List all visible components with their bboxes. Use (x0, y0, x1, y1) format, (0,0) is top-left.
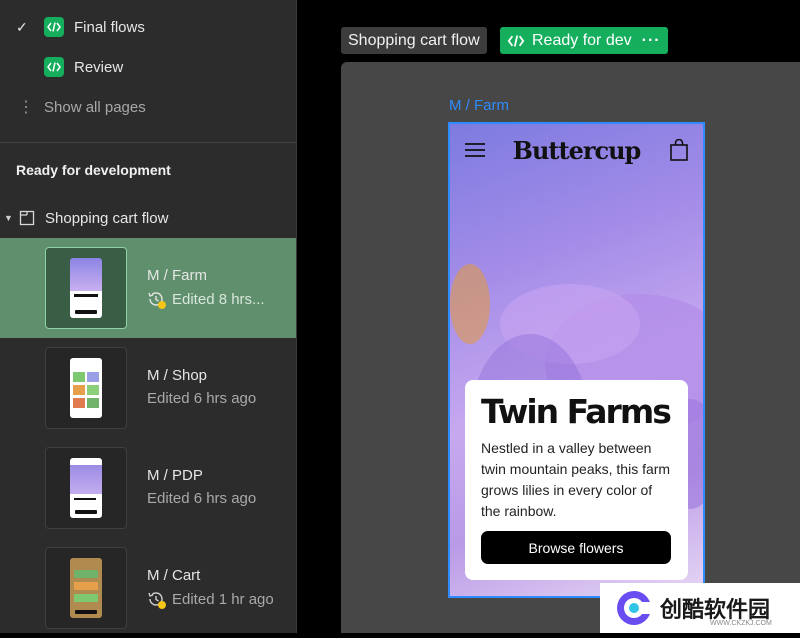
selected-frame-farm[interactable]: Buttercup Twin Farms Nestled in a valley… (448, 122, 705, 598)
frame-item-cart[interactable]: M / Cart Edited 1 hr ago (0, 538, 296, 638)
frame-item-farm[interactable]: M / Farm Edited 8 hrs... (0, 238, 296, 338)
page-label: Review (74, 58, 124, 76)
more-horizontal-icon[interactable]: ··· (642, 32, 661, 50)
page-label: Final flows (74, 18, 145, 36)
code-icon (44, 17, 64, 37)
ready-for-dev-tag[interactable]: Ready for dev ··· (500, 27, 668, 54)
frame-title: M / Farm (147, 267, 207, 284)
code-icon (507, 34, 525, 47)
frame-edited-text: Edited 6 hrs ago (147, 390, 257, 407)
frame-title: M / Cart (147, 567, 201, 584)
caret-down-icon[interactable]: ▼ (4, 213, 16, 223)
flow-label: Shopping cart flow (45, 209, 169, 227)
farm-card: Twin Farms Nestled in a valley between t… (465, 380, 688, 580)
shopping-bag-icon[interactable] (670, 139, 688, 161)
flow-name-tag[interactable]: Shopping cart flow (341, 27, 487, 54)
flow-row-shopping-cart[interactable]: ▼ Shopping cart flow (0, 204, 296, 232)
frame-item-shop[interactable]: M / Shop Edited 6 hrs ago (0, 338, 296, 438)
page-item-final-flows[interactable]: ✓ Final flows (0, 7, 296, 47)
status-dot (158, 601, 166, 609)
watermark: 创酷软件园 WWW.CKZKJ.COM (600, 583, 800, 633)
browse-flowers-button[interactable]: Browse flowers (481, 531, 671, 564)
frame-icon (19, 210, 35, 226)
watermark-url: WWW.CKZKJ.COM (710, 620, 772, 627)
frame-thumbnail (45, 347, 127, 429)
frame-title: M / PDP (147, 467, 203, 484)
show-all-label: Show all pages (44, 98, 146, 116)
frame-item-pdp[interactable]: M / PDP Edited 6 hrs ago (0, 438, 296, 538)
frame-name-label[interactable]: M / Farm (449, 97, 509, 114)
frame-thumbnail (45, 447, 127, 529)
card-description: Nestled in a valley between twin mountai… (481, 440, 671, 519)
history-icon (147, 590, 166, 609)
card-title: Twin Farms (481, 392, 672, 431)
frame-thumbnail (45, 547, 127, 629)
frame-title: M / Shop (147, 367, 208, 384)
frame-edited-text: Edited 6 hrs ago (147, 490, 257, 507)
frame-subtitle: Edited 1 hr ago (147, 590, 274, 609)
thumbnail-preview (70, 358, 102, 418)
layers-sidebar: ✓ Final flows Review ⋮ Show all pages Re… (0, 0, 297, 633)
section-title: Ready for development (16, 162, 171, 178)
watermark-logo-icon (617, 591, 652, 625)
thumbnail-preview (70, 558, 102, 618)
frame-subtitle: Edited 8 hrs... (147, 290, 265, 309)
status-dot (158, 301, 166, 309)
thumbnail-preview (70, 458, 102, 518)
ready-label: Ready for dev (532, 31, 632, 49)
frame-edited-text: Edited 8 hrs... (172, 290, 265, 308)
frame-thumbnail (45, 247, 127, 329)
more-vertical-icon: ⋮ (18, 99, 34, 116)
history-icon (147, 290, 166, 309)
check-icon: ✓ (16, 18, 28, 35)
code-icon (44, 57, 64, 77)
show-all-pages-button[interactable]: ⋮ Show all pages (0, 87, 296, 127)
thumbnail-preview (70, 258, 102, 318)
frame-edited-text: Edited 1 hr ago (172, 590, 274, 608)
divider (0, 142, 296, 143)
page-item-review[interactable]: Review (0, 47, 296, 87)
brand-logo: Buttercup (512, 136, 642, 165)
